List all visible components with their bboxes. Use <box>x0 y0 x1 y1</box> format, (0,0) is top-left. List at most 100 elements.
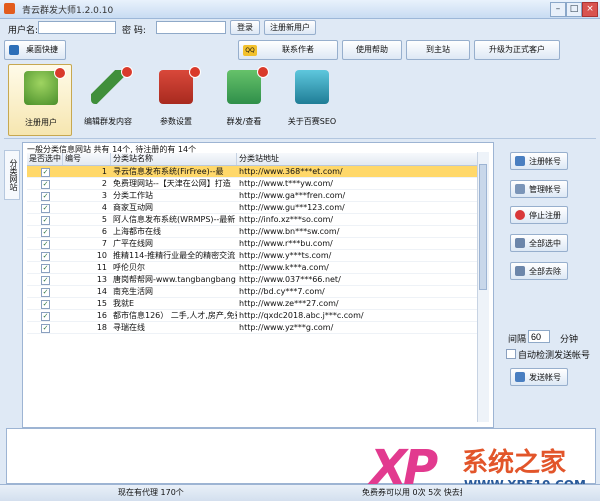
col-id[interactable]: 编号 <box>63 153 111 165</box>
row-checkbox-cell[interactable]: ✓ <box>27 190 63 202</box>
user-register-icon <box>24 71 58 105</box>
qq-icon: QQ <box>243 45 257 56</box>
upgrade-button[interactable]: 升级为正式客户 <box>474 40 560 60</box>
row-checkbox[interactable]: ✓ <box>41 240 50 249</box>
send-account-button[interactable]: 发送帐号 <box>510 368 568 386</box>
select-all-button[interactable]: 全部选中 <box>510 234 568 252</box>
row-checkbox[interactable]: ✓ <box>41 192 50 201</box>
auto-check-label: 自动检测发送帐号 <box>518 351 591 361</box>
tool-about[interactable]: 关于百赛SEO <box>280 64 344 136</box>
row-checkbox[interactable]: ✓ <box>41 264 50 273</box>
deselect-all-button[interactable]: 全部去除 <box>510 262 568 280</box>
col-url[interactable]: 分类站地址 <box>237 153 489 165</box>
register-account-label: 注册帐号 <box>529 157 561 166</box>
select-all-label: 全部选中 <box>529 239 561 248</box>
row-checkbox[interactable]: ✓ <box>41 204 50 213</box>
tool-send-view[interactable]: 群发/查看 <box>212 64 276 136</box>
tool-settings[interactable]: 参数设置 <box>144 64 208 136</box>
username-input[interactable] <box>38 21 116 34</box>
row-checkbox-cell[interactable]: ✓ <box>27 322 63 334</box>
row-checkbox[interactable]: ✓ <box>41 180 50 189</box>
notification-badge <box>189 66 201 78</box>
row-checkbox-cell[interactable]: ✓ <box>27 310 63 322</box>
row-checkbox[interactable]: ✓ <box>41 216 50 225</box>
tool-label: 编辑群发内容 <box>84 117 132 126</box>
password-input[interactable] <box>156 21 226 34</box>
table-row[interactable]: ✓ 13 唐岗帮帮网-www.tangbangbang http://www.037*… <box>27 274 489 286</box>
row-site-url: http://www.k***a.com/ <box>237 262 489 274</box>
table-header: 是否选中 编号 分类站名称 分类站地址 <box>27 153 489 166</box>
col-checked[interactable]: 是否选中 <box>27 153 63 165</box>
table-row[interactable]: ✓ 2 免费理网站--【天津在公网】打造 http://www.t***yw.com/ <box>27 178 489 190</box>
row-checkbox-cell[interactable]: ✓ <box>27 214 63 226</box>
close-button[interactable]: × <box>582 2 598 17</box>
row-site-url: http://qxdc2018.abc.j***c.com/ <box>237 310 489 322</box>
row-checkbox-cell[interactable]: ✓ <box>27 238 63 250</box>
vertical-scrollbar[interactable] <box>477 152 489 422</box>
minimize-button[interactable]: – <box>550 2 566 17</box>
row-checkbox[interactable]: ✓ <box>41 288 50 297</box>
maximize-button[interactable]: □ <box>566 2 582 17</box>
table-row[interactable]: ✓ 6 上海都市在线 http://www.bn***sw.com/ <box>27 226 489 238</box>
row-checkbox-cell[interactable]: ✓ <box>27 178 63 190</box>
row-checkbox-cell[interactable]: ✓ <box>27 262 63 274</box>
stop-register-button[interactable]: 停止注册 <box>510 206 568 224</box>
tool-register-user[interactable]: 注册用户 <box>8 64 72 136</box>
row-checkbox[interactable]: ✓ <box>41 168 50 177</box>
row-checkbox-cell[interactable]: ✓ <box>27 298 63 310</box>
scroll-thumb[interactable] <box>479 164 487 290</box>
notification-badge <box>54 67 66 79</box>
category-sites-tab[interactable]: 分类网站 <box>4 150 20 200</box>
username-label: 用户名: <box>8 26 39 36</box>
row-checkbox[interactable]: ✓ <box>41 252 50 261</box>
auto-check-checkbox[interactable] <box>506 349 516 359</box>
table-row[interactable]: ✓ 11 呼伦贝尔 http://www.k***a.com/ <box>27 262 489 274</box>
row-checkbox[interactable]: ✓ <box>41 324 50 333</box>
row-id: 3 <box>63 190 111 202</box>
login-button[interactable]: 登录 <box>230 20 260 35</box>
row-checkbox[interactable]: ✓ <box>41 300 50 309</box>
row-checkbox-cell[interactable]: ✓ <box>27 202 63 214</box>
help-button[interactable]: 使用帮助 <box>342 40 402 60</box>
tool-label: 关于百赛SEO <box>287 117 337 126</box>
row-site-name: 免费理网站--【天津在公网】打造 <box>111 178 237 190</box>
qq-contact-button[interactable]: QQ 联系作者 <box>238 40 338 60</box>
proxy-status: 现在有代理 170个 <box>118 488 184 497</box>
table-row[interactable]: ✓ 14 南充生活网 http://bd.cy***7.com/ <box>27 286 489 298</box>
desktop-shortcut-button[interactable]: 桌面快捷 <box>4 40 66 60</box>
col-name[interactable]: 分类站名称 <box>111 153 237 165</box>
row-checkbox[interactable]: ✓ <box>41 276 50 285</box>
register-button[interactable]: 注册新用户 <box>264 20 316 35</box>
app-icon <box>4 3 15 14</box>
row-site-url: http://www.368***et.com/ <box>237 166 489 178</box>
row-site-name: 寻云信息发布系统(FirFree)--最 <box>111 166 237 178</box>
table-row[interactable]: ✓ 10 推精114-推精行业最全的精密交流 http://www.y***ts.co… <box>27 250 489 262</box>
row-checkbox-cell[interactable]: ✓ <box>27 166 63 178</box>
send-account-label: 发送帐号 <box>529 373 561 382</box>
qq-contact-label: 联系作者 <box>282 45 314 54</box>
shortcut-icon <box>9 45 19 55</box>
table-row[interactable]: ✓ 5 阿人信息发布系统(WRMPS)--最新 http://info.xz***so… <box>27 214 489 226</box>
table-row[interactable]: ✓ 16 都市信息126） 二手,人才,房产,免费 http://qxdc2018.a… <box>27 310 489 322</box>
manage-account-button[interactable]: 管理帐号 <box>510 180 568 198</box>
row-checkbox[interactable]: ✓ <box>41 312 50 321</box>
manage-icon <box>515 184 525 194</box>
row-checkbox[interactable]: ✓ <box>41 228 50 237</box>
row-checkbox-cell[interactable]: ✓ <box>27 250 63 262</box>
website-button[interactable]: 到主站 <box>406 40 470 60</box>
row-checkbox-cell[interactable]: ✓ <box>27 286 63 298</box>
table-row[interactable]: ✓ 15 我就E http://www.ze***27.com/ <box>27 298 489 310</box>
interval-input[interactable] <box>528 330 550 343</box>
table-row[interactable]: ✓ 4 商家互动网 http://www.gu***123.com/ <box>27 202 489 214</box>
table-row[interactable]: ✓ 3 分类工作站 http://www.ga***fren.com/ <box>27 190 489 202</box>
register-account-button[interactable]: 注册帐号 <box>510 152 568 170</box>
row-checkbox-cell[interactable]: ✓ <box>27 274 63 286</box>
table-row[interactable]: ✓ 1 寻云信息发布系统(FirFree)--最 http://www.368***e… <box>27 166 489 178</box>
row-id: 10 <box>63 250 111 262</box>
table-row[interactable]: ✓ 18 寻瑞在线 http://www.yz***g.com/ <box>27 322 489 334</box>
tool-edit-content[interactable]: 编辑群发内容 <box>76 64 140 136</box>
stop-register-label: 停止注册 <box>529 211 561 220</box>
table-row[interactable]: ✓ 7 广平在线网 http://www.r***bu.com/ <box>27 238 489 250</box>
stop-icon <box>515 210 525 220</box>
row-checkbox-cell[interactable]: ✓ <box>27 226 63 238</box>
